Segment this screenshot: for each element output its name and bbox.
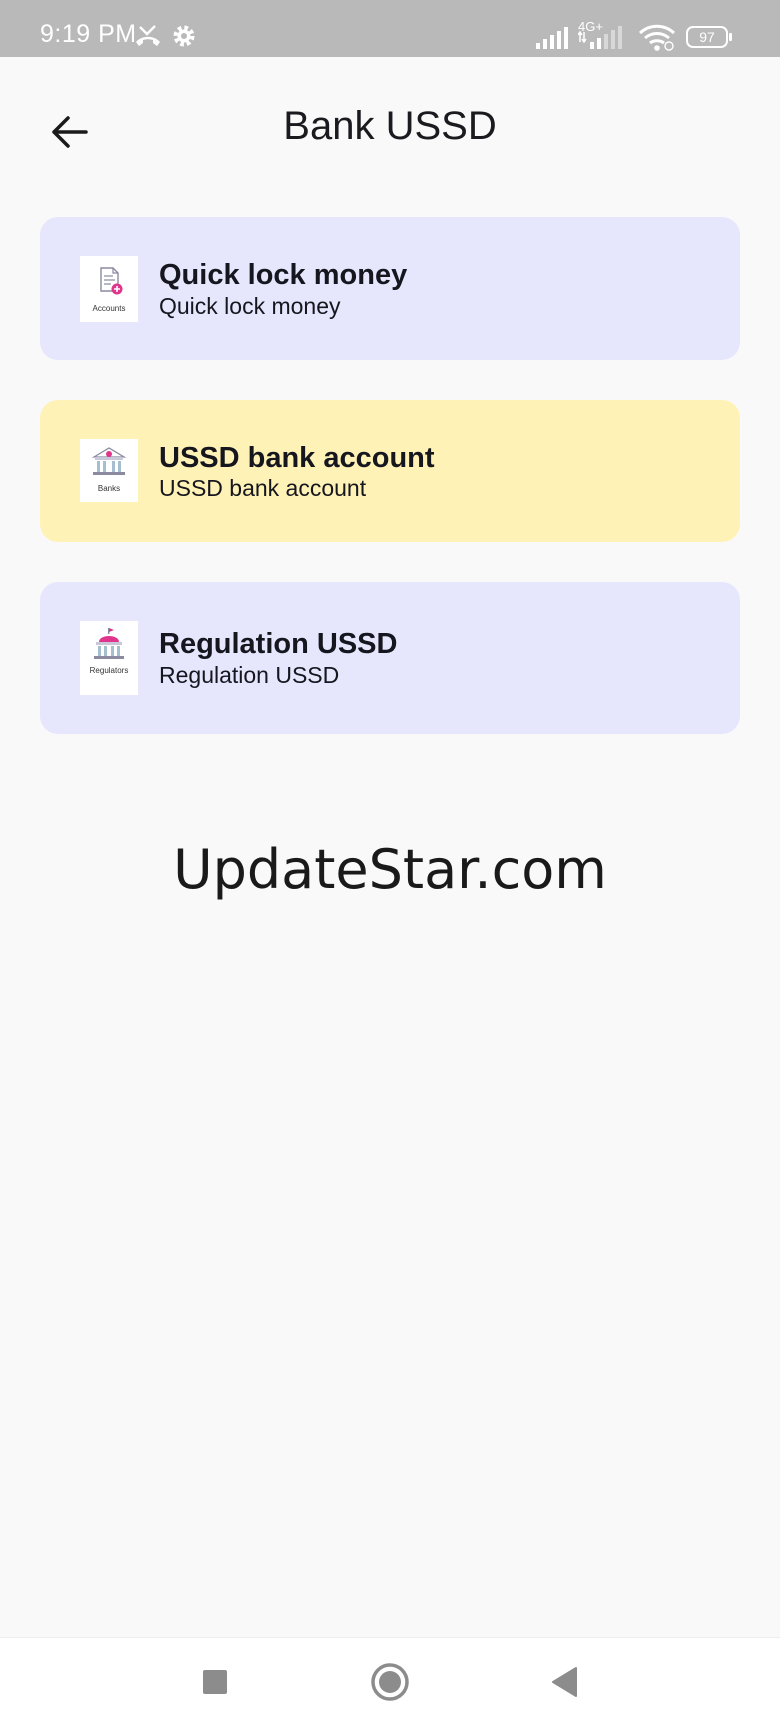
recents-button[interactable] xyxy=(198,1665,232,1699)
wifi-icon xyxy=(638,24,676,57)
bank-building-icon: Banks xyxy=(80,439,138,502)
card-subtitle: Quick lock money xyxy=(159,293,341,319)
recents-square-icon xyxy=(203,1670,227,1694)
navigation-bar xyxy=(0,1637,780,1734)
card-title: USSD bank account xyxy=(159,442,435,474)
page-title: Bank USSD xyxy=(283,104,497,148)
icon-caption: Regulators xyxy=(89,666,129,675)
status-bar: 9:19 PM 4G+ 97 xyxy=(0,0,780,57)
back-nav-button[interactable] xyxy=(548,1664,584,1700)
settings-icon xyxy=(172,24,196,53)
watermark-text: UpdateStar.com xyxy=(173,838,607,901)
accounts-document-icon: Accounts xyxy=(80,256,138,322)
battery-icon: 97 xyxy=(686,26,734,48)
missed-call-icon xyxy=(134,24,162,53)
icon-caption: Banks xyxy=(97,484,121,493)
battery-level: 97 xyxy=(699,29,715,45)
card-ussd-bank-account[interactable]: Banks USSD bank account USSD bank accoun… xyxy=(40,400,740,542)
card-title: Quick lock money xyxy=(159,259,408,291)
card-regulation-ussd[interactable]: Regulators Regulation USSD Regulation US… xyxy=(40,582,740,734)
home-circle-icon xyxy=(371,1663,409,1701)
card-subtitle: Regulation USSD xyxy=(159,662,340,688)
status-time: 9:19 PM xyxy=(40,20,137,48)
back-triangle-icon xyxy=(552,1667,577,1697)
regulator-building-icon: Regulators xyxy=(80,621,138,695)
app-bar: Bank USSD xyxy=(0,57,780,197)
signal-icon xyxy=(536,26,572,55)
card-subtitle: USSD bank account xyxy=(159,475,367,501)
home-button[interactable] xyxy=(370,1662,410,1702)
card-title: Regulation USSD xyxy=(159,628,398,660)
icon-caption: Accounts xyxy=(92,304,126,313)
card-quick-lock-money[interactable]: Accounts Quick lock money Quick lock mon… xyxy=(40,217,740,360)
